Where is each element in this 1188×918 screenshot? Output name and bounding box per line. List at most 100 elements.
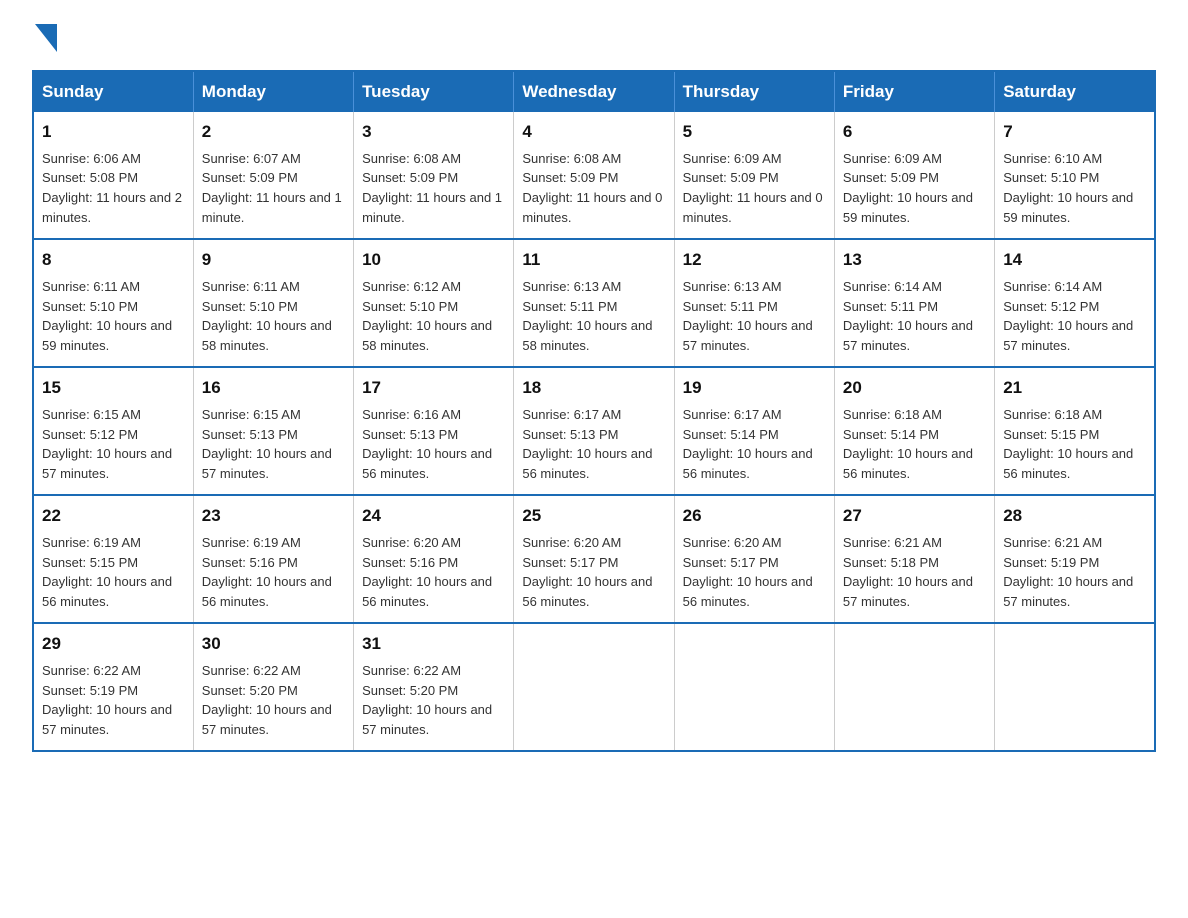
calendar-cell: 1 Sunrise: 6:06 AMSunset: 5:08 PMDaylight… bbox=[33, 112, 193, 239]
calendar-cell: 11 Sunrise: 6:13 AMSunset: 5:11 PMDayligh… bbox=[514, 239, 674, 367]
day-number: 5 bbox=[683, 120, 826, 145]
day-info: Sunrise: 6:22 AMSunset: 5:20 PMDaylight:… bbox=[362, 663, 492, 738]
day-info: Sunrise: 6:14 AMSunset: 5:12 PMDaylight:… bbox=[1003, 279, 1133, 354]
day-number: 19 bbox=[683, 376, 826, 401]
day-info: Sunrise: 6:19 AMSunset: 5:16 PMDaylight:… bbox=[202, 535, 332, 610]
calendar-cell: 3Sunrise: 6:08 AMSunset: 5:09 PMDaylight… bbox=[354, 112, 514, 239]
day-info: Sunrise: 6:17 AMSunset: 5:14 PMDaylight:… bbox=[683, 407, 813, 482]
calendar-header-row: SundayMondayTuesdayWednesdayThursdayFrid… bbox=[33, 71, 1155, 112]
day-info: Sunrise: 6:15 AMSunset: 5:13 PMDaylight:… bbox=[202, 407, 332, 482]
day-info: Sunrise: 6:12 AMSunset: 5:10 PMDaylight:… bbox=[362, 279, 492, 354]
day-info: Sunrise: 6:22 AMSunset: 5:20 PMDaylight:… bbox=[202, 663, 332, 738]
calendar-cell: 26Sunrise: 6:20 AMSunset: 5:17 PMDayligh… bbox=[674, 495, 834, 623]
day-number: 7 bbox=[1003, 120, 1146, 145]
day-number: 2 bbox=[202, 120, 345, 145]
calendar-week-3: 15Sunrise: 6:15 AMSunset: 5:12 PMDayligh… bbox=[33, 367, 1155, 495]
day-info: Sunrise: 6:20 AMSunset: 5:17 PMDaylight:… bbox=[683, 535, 813, 610]
calendar-cell bbox=[834, 623, 994, 751]
day-number: 16 bbox=[202, 376, 345, 401]
calendar-cell: 17 Sunrise: 6:16 AMSunset: 5:13 PMDayligh… bbox=[354, 367, 514, 495]
day-info: Sunrise: 6:22 AMSunset: 5:19 PMDaylight:… bbox=[42, 663, 172, 738]
day-number: 22 bbox=[42, 504, 185, 529]
day-number: 17 bbox=[362, 376, 505, 401]
calendar-cell bbox=[514, 623, 674, 751]
calendar-cell: 9 Sunrise: 6:11 AMSunset: 5:10 PMDaylight… bbox=[193, 239, 353, 367]
calendar-cell: 14 Sunrise: 6:14 AMSunset: 5:12 PMDayligh… bbox=[995, 239, 1155, 367]
calendar-cell bbox=[674, 623, 834, 751]
day-number: 1 bbox=[42, 120, 185, 145]
calendar-week-2: 8 Sunrise: 6:11 AMSunset: 5:10 PMDaylight… bbox=[33, 239, 1155, 367]
calendar-cell: 2 Sunrise: 6:07 AMSunset: 5:09 PMDaylight… bbox=[193, 112, 353, 239]
calendar-week-1: 1 Sunrise: 6:06 AMSunset: 5:08 PMDaylight… bbox=[33, 112, 1155, 239]
day-number: 12 bbox=[683, 248, 826, 273]
calendar-cell: 19 Sunrise: 6:17 AMSunset: 5:14 PMDayligh… bbox=[674, 367, 834, 495]
day-number: 13 bbox=[843, 248, 986, 273]
day-info: Sunrise: 6:21 AMSunset: 5:19 PMDaylight:… bbox=[1003, 535, 1133, 610]
day-number: 4 bbox=[522, 120, 665, 145]
day-info: Sunrise: 6:08 AMSunset: 5:09 PMDaylight:… bbox=[522, 151, 662, 226]
day-header-tuesday: Tuesday bbox=[354, 71, 514, 112]
calendar-cell: 8 Sunrise: 6:11 AMSunset: 5:10 PMDaylight… bbox=[33, 239, 193, 367]
calendar-cell: 13 Sunrise: 6:14 AMSunset: 5:11 PMDayligh… bbox=[834, 239, 994, 367]
day-number: 21 bbox=[1003, 376, 1146, 401]
day-header-thursday: Thursday bbox=[674, 71, 834, 112]
day-info: Sunrise: 6:20 AMSunset: 5:17 PMDaylight:… bbox=[522, 535, 652, 610]
day-number: 30 bbox=[202, 632, 345, 657]
day-info: Sunrise: 6:07 AMSunset: 5:09 PMDaylight:… bbox=[202, 151, 342, 226]
day-header-wednesday: Wednesday bbox=[514, 71, 674, 112]
calendar-cell: 12 Sunrise: 6:13 AMSunset: 5:11 PMDayligh… bbox=[674, 239, 834, 367]
calendar-cell: 10Sunrise: 6:12 AMSunset: 5:10 PMDayligh… bbox=[354, 239, 514, 367]
day-number: 9 bbox=[202, 248, 345, 273]
day-info: Sunrise: 6:08 AMSunset: 5:09 PMDaylight:… bbox=[362, 151, 502, 226]
day-info: Sunrise: 6:06 AMSunset: 5:08 PMDaylight:… bbox=[42, 151, 182, 226]
calendar-cell: 16 Sunrise: 6:15 AMSunset: 5:13 PMDayligh… bbox=[193, 367, 353, 495]
calendar-cell: 6 Sunrise: 6:09 AMSunset: 5:09 PMDaylight… bbox=[834, 112, 994, 239]
day-number: 14 bbox=[1003, 248, 1146, 273]
calendar-cell: 20 Sunrise: 6:18 AMSunset: 5:14 PMDayligh… bbox=[834, 367, 994, 495]
calendar-cell: 27 Sunrise: 6:21 AMSunset: 5:18 PMDayligh… bbox=[834, 495, 994, 623]
day-info: Sunrise: 6:13 AMSunset: 5:11 PMDaylight:… bbox=[683, 279, 813, 354]
day-number: 29 bbox=[42, 632, 185, 657]
calendar-cell: 5 Sunrise: 6:09 AMSunset: 5:09 PMDaylight… bbox=[674, 112, 834, 239]
day-header-saturday: Saturday bbox=[995, 71, 1155, 112]
calendar-week-4: 22 Sunrise: 6:19 AMSunset: 5:15 PMDayligh… bbox=[33, 495, 1155, 623]
day-info: Sunrise: 6:16 AMSunset: 5:13 PMDaylight:… bbox=[362, 407, 492, 482]
calendar-cell: 23 Sunrise: 6:19 AMSunset: 5:16 PMDayligh… bbox=[193, 495, 353, 623]
day-info: Sunrise: 6:21 AMSunset: 5:18 PMDaylight:… bbox=[843, 535, 973, 610]
day-info: Sunrise: 6:17 AMSunset: 5:13 PMDaylight:… bbox=[522, 407, 652, 482]
calendar-cell: 31 Sunrise: 6:22 AMSunset: 5:20 PMDayligh… bbox=[354, 623, 514, 751]
day-info: Sunrise: 6:09 AMSunset: 5:09 PMDaylight:… bbox=[843, 151, 973, 226]
day-info: Sunrise: 6:13 AMSunset: 5:11 PMDaylight:… bbox=[522, 279, 652, 354]
day-info: Sunrise: 6:19 AMSunset: 5:15 PMDaylight:… bbox=[42, 535, 172, 610]
calendar-cell: 7 Sunrise: 6:10 AMSunset: 5:10 PMDaylight… bbox=[995, 112, 1155, 239]
day-info: Sunrise: 6:10 AMSunset: 5:10 PMDaylight:… bbox=[1003, 151, 1133, 226]
calendar-cell: 4 Sunrise: 6:08 AMSunset: 5:09 PMDaylight… bbox=[514, 112, 674, 239]
calendar-cell: 30 Sunrise: 6:22 AMSunset: 5:20 PMDayligh… bbox=[193, 623, 353, 751]
day-number: 27 bbox=[843, 504, 986, 529]
day-info: Sunrise: 6:09 AMSunset: 5:09 PMDaylight:… bbox=[683, 151, 823, 226]
day-info: Sunrise: 6:14 AMSunset: 5:11 PMDaylight:… bbox=[843, 279, 973, 354]
calendar-cell: 28 Sunrise: 6:21 AMSunset: 5:19 PMDayligh… bbox=[995, 495, 1155, 623]
calendar-cell: 29 Sunrise: 6:22 AMSunset: 5:19 PMDayligh… bbox=[33, 623, 193, 751]
day-header-sunday: Sunday bbox=[33, 71, 193, 112]
day-number: 15 bbox=[42, 376, 185, 401]
day-number: 8 bbox=[42, 248, 185, 273]
calendar-cell: 18 Sunrise: 6:17 AMSunset: 5:13 PMDayligh… bbox=[514, 367, 674, 495]
day-info: Sunrise: 6:20 AMSunset: 5:16 PMDaylight:… bbox=[362, 535, 492, 610]
day-info: Sunrise: 6:11 AMSunset: 5:10 PMDaylight:… bbox=[202, 279, 332, 354]
day-number: 18 bbox=[522, 376, 665, 401]
day-info: Sunrise: 6:11 AMSunset: 5:10 PMDaylight:… bbox=[42, 279, 172, 354]
day-number: 6 bbox=[843, 120, 986, 145]
day-number: 24 bbox=[362, 504, 505, 529]
day-number: 23 bbox=[202, 504, 345, 529]
calendar-cell bbox=[995, 623, 1155, 751]
day-info: Sunrise: 6:18 AMSunset: 5:14 PMDaylight:… bbox=[843, 407, 973, 482]
day-number: 11 bbox=[522, 248, 665, 273]
calendar-cell: 22 Sunrise: 6:19 AMSunset: 5:15 PMDayligh… bbox=[33, 495, 193, 623]
day-number: 31 bbox=[362, 632, 505, 657]
calendar-table: SundayMondayTuesdayWednesdayThursdayFrid… bbox=[32, 70, 1156, 752]
calendar-cell: 21Sunrise: 6:18 AMSunset: 5:15 PMDayligh… bbox=[995, 367, 1155, 495]
day-number: 20 bbox=[843, 376, 986, 401]
day-number: 28 bbox=[1003, 504, 1146, 529]
day-header-friday: Friday bbox=[834, 71, 994, 112]
